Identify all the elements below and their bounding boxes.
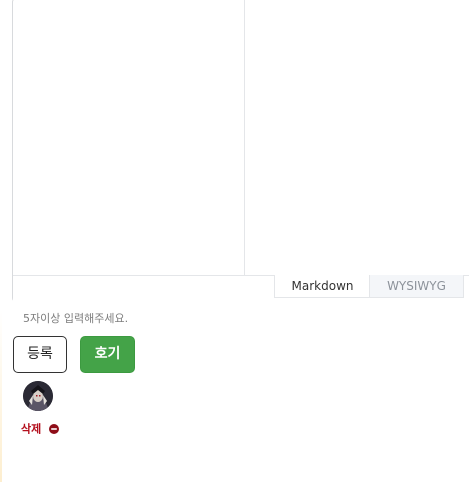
- attached-image-thumbnail: [23, 381, 53, 411]
- register-button[interactable]: 등록: [13, 336, 67, 373]
- avatar-image: [23, 381, 53, 411]
- preview-pane: [245, 0, 469, 275]
- tab-wysiwyg[interactable]: WYSIWYG: [369, 275, 464, 298]
- page: Markdown WYSIWYG 5자이상 입력해주세요. 등록 호기 삭제: [0, 0, 469, 482]
- minus-circle-icon[interactable]: [49, 423, 60, 434]
- tab-markdown[interactable]: Markdown: [274, 275, 370, 298]
- editor-mode-switch: Markdown WYSIWYG: [13, 275, 469, 302]
- markdown-editor: Markdown WYSIWYG: [12, 0, 469, 302]
- left-edge-strip: [0, 310, 2, 482]
- delete-label[interactable]: 삭제: [21, 423, 41, 436]
- delete-attachment[interactable]: 삭제: [21, 418, 60, 436]
- hogi-button[interactable]: 호기: [80, 336, 135, 373]
- markdown-input-pane[interactable]: [13, 0, 245, 275]
- min-length-help-text: 5자이상 입력해주세요.: [23, 312, 129, 325]
